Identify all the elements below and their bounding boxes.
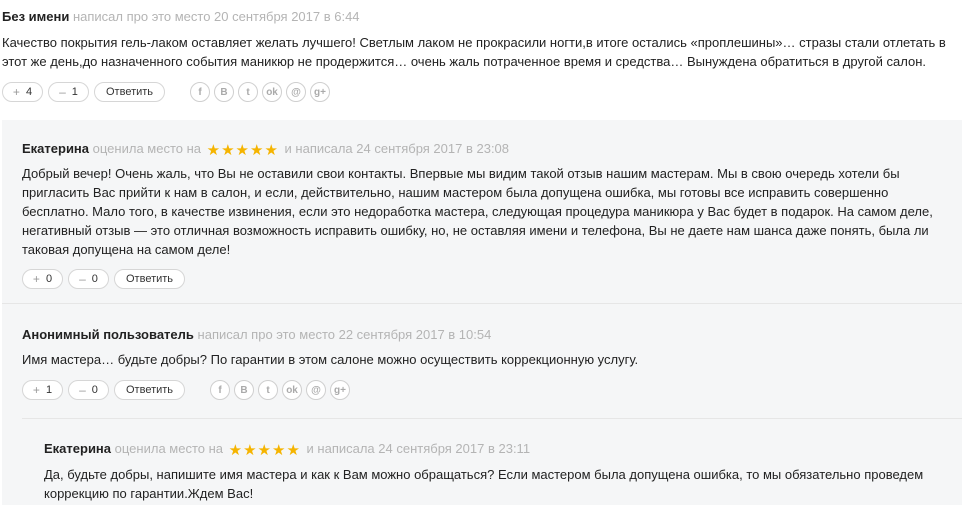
- review-meta: написал про это место 22 сентября 2017 в…: [197, 327, 492, 342]
- review-meta-before: оценила место на: [92, 141, 202, 156]
- downvote-count: 1: [71, 86, 78, 98]
- upvote-button[interactable]: +4: [2, 82, 43, 102]
- review-actions: +0 –0 Ответить: [22, 268, 947, 290]
- facebook-icon[interactable]: f: [210, 380, 231, 400]
- plus-icon: +: [32, 272, 40, 286]
- reply-button[interactable]: Ответить: [94, 82, 166, 102]
- thread-divider: [22, 418, 962, 419]
- review-text: Добрый вечер! Очень жаль, что Вы не оста…: [22, 166, 933, 257]
- review-meta-after: и написала 24 сентября 2017 в 23:08: [284, 141, 510, 156]
- review-author[interactable]: Екатерина: [44, 441, 111, 456]
- review-meta-after: и написала 24 сентября 2017 в 23:11: [306, 441, 531, 456]
- review-actions: +1 –0 Ответить f B t ok @ g+: [22, 379, 947, 401]
- review-meta-before: оценила место на: [114, 441, 224, 456]
- downvote-button[interactable]: –0: [68, 380, 109, 400]
- share-buttons: f B t ok @ g+: [210, 380, 354, 400]
- review-header: Анонимный пользователь написал про это м…: [22, 327, 947, 343]
- review-1: Без имени написал про это место 20 сентя…: [2, 9, 952, 103]
- facebook-icon[interactable]: f: [190, 82, 211, 102]
- review-meta: написал про это место 20 сентября 2017 в…: [72, 9, 360, 24]
- star-icon: ★: [286, 442, 300, 459]
- review-2: Анонимный пользователь написал про это м…: [22, 327, 947, 401]
- review-author[interactable]: Екатерина: [22, 141, 89, 156]
- star-icon: ★: [221, 142, 235, 159]
- review-text: Да, будьте добры, напишите имя мастера и…: [44, 467, 924, 501]
- plus-icon: +: [32, 383, 40, 397]
- review-text: Имя мастера… будьте добры? По гарантии в…: [22, 352, 639, 367]
- google-plus-icon[interactable]: g+: [330, 380, 351, 400]
- mailru-icon[interactable]: @: [306, 380, 327, 400]
- mailru-icon[interactable]: @: [286, 82, 307, 102]
- star-icon: ★: [272, 442, 286, 459]
- downvote-button[interactable]: –1: [48, 82, 89, 102]
- review-actions: +4 –1 Ответить f B t ok @ g+: [2, 81, 952, 103]
- review-author[interactable]: Без имени: [2, 9, 69, 24]
- star-icon: ★: [228, 442, 243, 459]
- star-icon: ★: [257, 442, 271, 459]
- minus-icon: –: [79, 383, 86, 397]
- review-header: Екатерина оценила место на ★ ★ ★ ★ ★ и напис…: [44, 441, 949, 458]
- odnoklassniki-icon[interactable]: ok: [262, 82, 283, 102]
- share-buttons: f B t ok @ g+: [190, 82, 334, 102]
- review-header: Без имени написал про это место 20 сентя…: [2, 9, 952, 25]
- minus-icon: –: [79, 272, 86, 286]
- thread-divider: [2, 303, 962, 304]
- plus-icon: +: [12, 85, 20, 99]
- twitter-icon[interactable]: t: [238, 82, 259, 102]
- owner-reply-2: Екатерина оценила место на ★ ★ ★ ★ ★ и напис…: [44, 441, 949, 503]
- upvote-button[interactable]: +0: [22, 269, 63, 289]
- star-icon: ★: [250, 142, 264, 159]
- downvote-button[interactable]: –0: [68, 269, 109, 289]
- vkontakte-icon[interactable]: B: [214, 82, 235, 102]
- rating-stars: ★ ★ ★ ★ ★: [206, 142, 279, 159]
- review-text: Качество покрытия гель-лаком оставляет ж…: [2, 35, 946, 69]
- star-icon: ★: [243, 442, 257, 459]
- star-icon: ★: [206, 142, 221, 159]
- twitter-icon[interactable]: t: [258, 380, 279, 400]
- minus-icon: –: [59, 85, 66, 99]
- review-author[interactable]: Анонимный пользователь: [22, 327, 194, 342]
- owner-reply-1: Екатерина оценила место на ★ ★ ★ ★ ★ и напис…: [22, 141, 947, 290]
- reply-button[interactable]: Ответить: [114, 269, 186, 289]
- star-icon: ★: [235, 142, 249, 159]
- vkontakte-icon[interactable]: B: [234, 380, 255, 400]
- star-icon: ★: [264, 142, 278, 159]
- downvote-count: 0: [91, 273, 98, 285]
- rating-stars: ★ ★ ★ ★ ★: [228, 442, 301, 459]
- upvote-button[interactable]: +1: [22, 380, 63, 400]
- downvote-count: 0: [91, 384, 98, 396]
- odnoklassniki-icon[interactable]: ok: [282, 380, 303, 400]
- upvote-count: 1: [45, 384, 53, 396]
- review-header: Екатерина оценила место на ★ ★ ★ ★ ★ и напис…: [22, 141, 947, 158]
- reply-button[interactable]: Ответить: [114, 380, 186, 400]
- upvote-count: 0: [45, 273, 53, 285]
- google-plus-icon[interactable]: g+: [310, 82, 331, 102]
- upvote-count: 4: [25, 86, 33, 98]
